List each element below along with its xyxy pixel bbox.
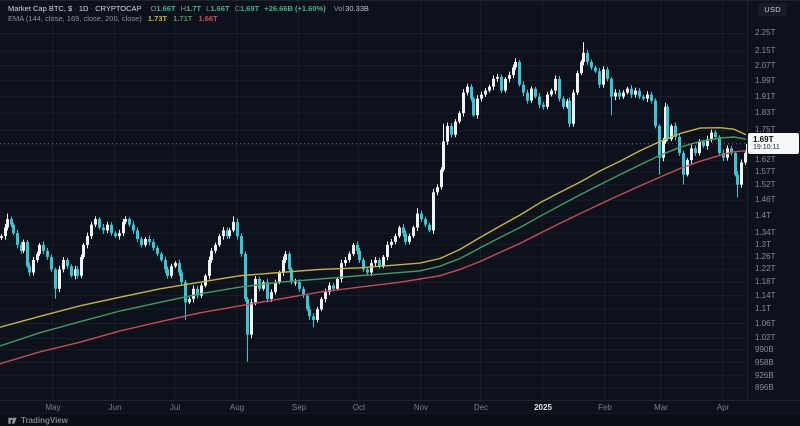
ema-legend-row[interactable]: EMA (144, close, 169, close, 200, close)… <box>8 14 369 24</box>
time-axis-label: Oct <box>342 403 376 412</box>
gridlines <box>0 0 747 400</box>
open-value: 1.66T <box>156 4 175 13</box>
price-axis-label: 1.22T <box>755 264 775 273</box>
price-axis-label: 1.3T <box>755 240 771 249</box>
ema-169-value: 1.71T <box>173 14 192 23</box>
price-axis-label: 926B <box>755 371 774 380</box>
chart-legend: Market Cap BTC, $ · 1D · CRYPTOCAP O1.66… <box>8 4 369 24</box>
tradingview-logo-text: TradingView <box>21 416 68 425</box>
close-value: 1.69T <box>240 4 259 13</box>
price-axis-label: 1.02T <box>755 333 775 342</box>
price-axis-label: 1.46T <box>755 195 775 204</box>
time-axis-label: Apr <box>706 403 740 412</box>
time-axis-label: Jul <box>158 403 192 412</box>
tradingview-logo[interactable]: TradingView <box>7 415 68 426</box>
chart-canvas[interactable] <box>0 0 800 400</box>
time-axis-label: Sep <box>282 403 316 412</box>
price-axis-label: 1.52T <box>755 180 775 189</box>
exchange-label[interactable]: CRYPTOCAP <box>95 4 141 13</box>
ohlc-values: O1.66T H1.7T L1.66T C1.69T +26.66B (+1.6… <box>148 4 328 13</box>
price-axis-label: 2.25T <box>755 28 775 37</box>
time-axis-label: Nov <box>404 403 438 412</box>
symbol-title[interactable]: Market Cap BTC, $ <box>8 4 72 13</box>
ema-indicator-label[interactable]: EMA (144, close, 169, close, 200, close) <box>8 14 142 23</box>
ema-169-line <box>0 137 746 346</box>
price-axis-label: 958B <box>755 358 774 367</box>
ema-200-value: 1.66T <box>198 14 217 23</box>
low-value: 1.66T <box>210 4 229 13</box>
price-axis-label: 1.83T <box>755 108 775 117</box>
time-axis-label: May <box>36 403 70 412</box>
tradingview-chart-app: Market Cap BTC, $ · 1D · CRYPTOCAP O1.66… <box>0 0 800 426</box>
price-axis-label: 1.1T <box>755 304 771 313</box>
time-axis-label: Dec <box>464 403 498 412</box>
price-axis-label: 1.57T <box>755 167 775 176</box>
price-axis-label: 1.62T <box>755 155 775 164</box>
price-axis-label: 990B <box>755 345 774 354</box>
time-axis-label: Feb <box>588 403 622 412</box>
price-axis-label: 1.14T <box>755 291 775 300</box>
time-axis-label: Aug <box>220 403 254 412</box>
current-price-tag: 1.69T 19:10:11 <box>748 133 799 154</box>
time-axis[interactable]: May Jun Jul Aug Sep Oct Nov Dec 2025 Feb Mar Apr <box>0 400 800 414</box>
price-axis-label: 1.18T <box>755 277 775 286</box>
volume-label: Vol <box>334 4 344 13</box>
high-value: 1.7T <box>186 4 201 13</box>
price-axis-label: 2.07T <box>755 61 775 70</box>
price-axis-label: 2.15T <box>755 46 775 55</box>
change-value: +26.66B (+1.60%) <box>264 4 325 13</box>
price-axis-label: 1.26T <box>755 252 775 261</box>
time-axis-label: 2025 <box>526 403 560 412</box>
candlestick-series <box>0 42 749 362</box>
current-price-value: 1.69T <box>753 135 799 144</box>
time-axis-label: Mar <box>644 403 678 412</box>
time-axis-label: Jun <box>98 403 132 412</box>
tradingview-logo-icon <box>7 415 18 426</box>
price-axis-label: 1.99T <box>755 76 775 85</box>
currency-usd-button[interactable]: USD <box>758 3 787 16</box>
bar-countdown: 19:10:11 <box>753 144 799 152</box>
price-axis-label: 1.91T <box>755 92 775 101</box>
price-axis-label: 1.4T <box>755 211 771 220</box>
price-axis[interactable]: 2.25T2.15T2.07T1.99T1.91T1.83T1.75T1.62T… <box>747 0 800 400</box>
bottom-bar: TradingView <box>0 413 800 426</box>
price-axis-label: 896B <box>755 383 774 392</box>
volume-value: 30.33B <box>345 4 369 13</box>
chart-region[interactable]: Market Cap BTC, $ · 1D · CRYPTOCAP O1.66… <box>0 0 800 400</box>
price-axis-label: 1.06T <box>755 319 775 328</box>
symbol-legend-row[interactable]: Market Cap BTC, $ · 1D · CRYPTOCAP O1.66… <box>8 4 369 14</box>
ema-144-value: 1.73T <box>148 14 167 23</box>
price-axis-label: 1.34T <box>755 228 775 237</box>
